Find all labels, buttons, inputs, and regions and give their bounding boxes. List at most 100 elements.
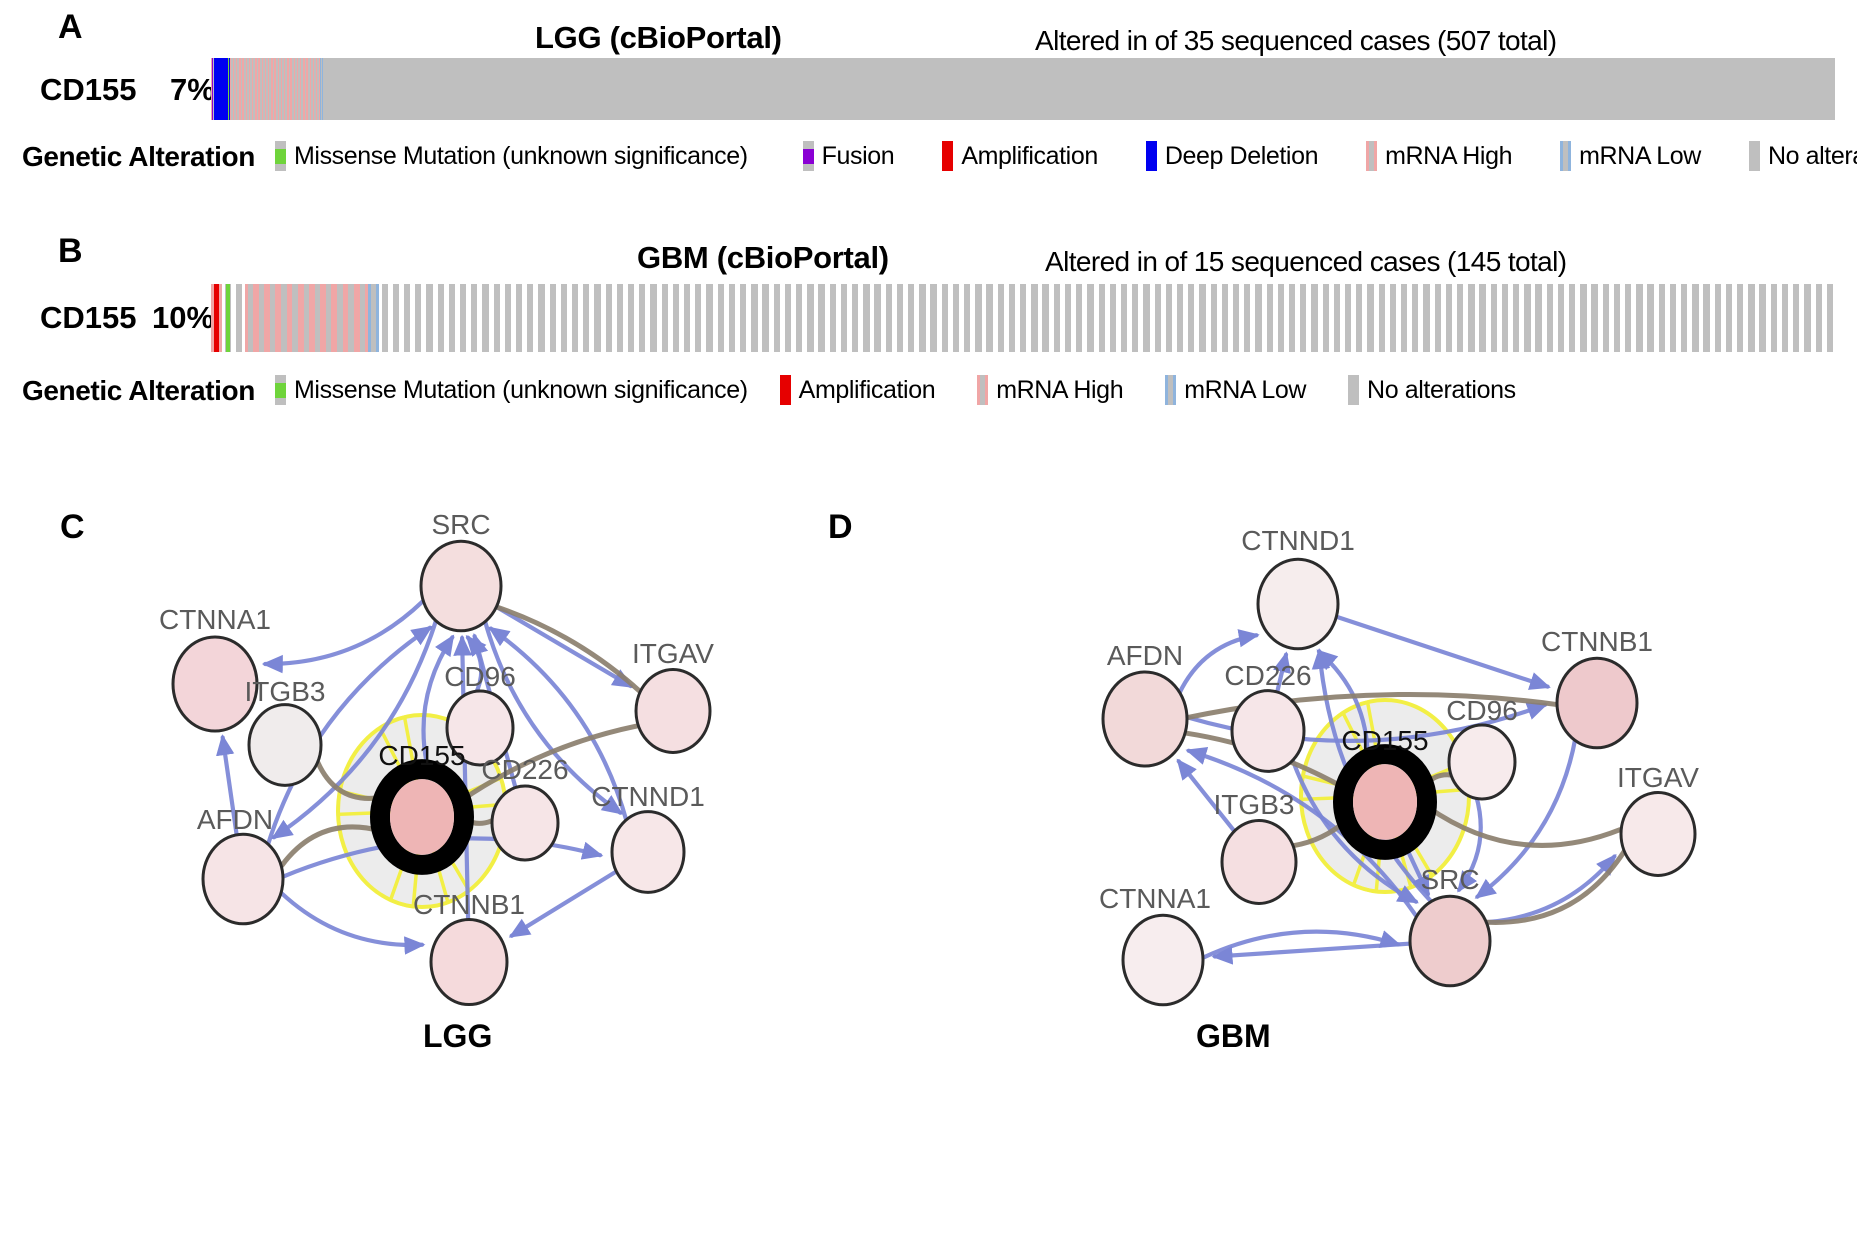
oncoprint-cell-background — [1457, 284, 1464, 352]
network-node-afdn[interactable]: AFDN — [1101, 640, 1189, 768]
oncoprint-cell — [626, 284, 637, 352]
network-node-label: CTNND1 — [1241, 525, 1355, 556]
oncoprint-cell — [390, 284, 401, 352]
oncoprint-cell-background — [1311, 284, 1318, 352]
oncoprint-cell-background — [426, 284, 433, 352]
oncoprint-cell — [1141, 284, 1152, 352]
oncoprint-cell-background — [728, 284, 736, 352]
panel-b-percent-label: 10% — [152, 300, 215, 335]
oncoprint-cell — [1107, 284, 1118, 352]
legend-item-label: Missense Mutation (unknown significance) — [294, 141, 748, 170]
legend-item-label: mRNA Low — [1579, 141, 1701, 170]
network-node-src[interactable]: SRC — [1408, 864, 1492, 988]
network-node-label: CTNNA1 — [159, 604, 271, 635]
oncoprint-cell — [1488, 284, 1499, 352]
oncoprint-cell — [917, 284, 928, 352]
oncoprint-cell — [1802, 284, 1813, 352]
oncoprint-cell — [356, 284, 368, 352]
network-node-itgav[interactable]: ITGAV — [632, 638, 714, 754]
oncoprint-cell-background — [1501, 284, 1509, 352]
network-node-ctnna1[interactable]: CTNNA1 — [1099, 883, 1211, 1007]
legend-item: mRNA Low — [1165, 375, 1306, 405]
oncoprint-cell-background — [1344, 284, 1352, 352]
oncoprint-cell — [1163, 284, 1174, 352]
panel-c-network-graph[interactable]: SRC CTNNA1 ITGB3 CD96 ITGAV CD155 CD226 CTNND1 A… — [0, 500, 820, 1060]
network-node-ctnna1[interactable]: CTNNA1 — [159, 604, 271, 733]
legend-color-swatch — [1348, 375, 1360, 405]
network-node-itgb3[interactable]: ITGB3 — [1214, 789, 1298, 905]
network-edge — [508, 869, 619, 938]
oncoprint-cell — [1253, 284, 1264, 352]
oncoprint-cell — [300, 284, 312, 352]
oncoprint-cell-background — [796, 284, 803, 352]
oncoprint-cell — [222, 284, 233, 352]
network-node-cd226[interactable]: CD226 — [1224, 660, 1312, 773]
oncoprint-cell — [782, 284, 793, 352]
oncoprint-cell-background — [717, 284, 724, 352]
oncoprint-cell-background — [1266, 284, 1273, 352]
oncoprint-cell-background — [571, 284, 579, 352]
oncoprint-cell-background — [605, 284, 612, 352]
network-node-ctnnb1[interactable]: CTNNB1 — [1541, 626, 1653, 750]
oncoprint-cell-background — [840, 284, 848, 352]
oncoprint-cell-background — [1703, 284, 1710, 352]
oncoprint-cell — [838, 284, 849, 352]
oncoprint-cell-background — [367, 284, 380, 352]
oncoprint-cell — [1578, 284, 1589, 352]
oncoprint-cell — [637, 284, 648, 352]
oncoprint-cell — [278, 284, 290, 352]
panel-b-gene-label: CD155 — [40, 300, 137, 335]
oncoprint-cell — [771, 284, 782, 352]
network-node-itgav[interactable]: ITGAV — [1617, 762, 1699, 877]
oncoprint-cell-background — [1669, 284, 1677, 352]
network-node-cd155[interactable]: CD155 — [1333, 725, 1437, 860]
panel-b-oncoprint-track[interactable] — [211, 284, 1836, 352]
oncoprint-cell-background — [493, 284, 500, 352]
oncoprint-cell-background — [1031, 284, 1038, 352]
oncoprint-cell — [1701, 284, 1712, 352]
oncoprint-cell-background — [300, 284, 312, 352]
oncoprint-cell-background — [311, 284, 324, 352]
oncoprint-cell-background — [504, 284, 512, 352]
oncoprint-cell-background — [549, 284, 556, 352]
oncoprint-cell — [1723, 284, 1734, 352]
network-node-cd155[interactable]: CD155 — [370, 740, 474, 875]
oncoprint-cell — [502, 284, 513, 352]
oncoprint-cell — [1443, 284, 1454, 352]
network-node-src[interactable]: SRC — [419, 509, 503, 633]
legend-color-swatch — [1165, 375, 1177, 405]
oncoprint-cell-background — [1490, 284, 1497, 352]
oncoprint-cell-background — [1535, 284, 1542, 352]
oncoprint-cell — [850, 284, 861, 352]
panel-a-letter: A — [58, 8, 83, 46]
network-node-afdn[interactable]: AFDN — [197, 804, 285, 926]
oncoprint-cell — [1746, 284, 1757, 352]
oncoprint-cell-background — [874, 284, 881, 352]
oncoprint-cell — [491, 284, 502, 352]
oncoprint-cell-mutation-mark — [227, 58, 230, 120]
network-node-cd96[interactable]: CD96 — [1446, 695, 1518, 801]
network-node-ctnnb1[interactable]: CTNNB1 — [413, 889, 525, 1007]
network-node-itgb3[interactable]: ITGB3 — [245, 676, 326, 787]
oncoprint-cell — [704, 284, 715, 352]
oncoprint-cell-background — [975, 284, 982, 352]
oncoprint-cell-background — [1322, 284, 1329, 352]
network-node-label: ITGAV — [1617, 762, 1699, 793]
network-node-ctnnd1[interactable]: CTNND1 — [1241, 525, 1355, 651]
oncoprint-cell — [614, 284, 625, 352]
legend-color-swatch — [1748, 141, 1760, 171]
oncoprint-cell — [816, 284, 827, 352]
network-node-label: CD96 — [444, 661, 516, 692]
oncoprint-cell — [345, 284, 357, 352]
oncoprint-cell-background — [1333, 284, 1341, 352]
network-nodes: SRC CTNNA1 ITGB3 CD96 ITGAV CD155 CD226 CTNND1 A… — [159, 509, 714, 1007]
panel-d-network-graph[interactable]: CTNND1 CTNNB1 AFDN CD226 CD96 CD155 ITGAV ITGB3… — [900, 500, 1857, 1060]
panel-b-legend: Missense Mutation (unknown significance)… — [275, 372, 1516, 408]
oncoprint-cell-background — [1546, 284, 1553, 352]
panel-a-oncoprint-track[interactable] — [211, 58, 1836, 120]
legend-color-swatch — [275, 141, 286, 171]
oncoprint-cell-background — [896, 284, 904, 352]
oncoprint-cell — [1096, 284, 1107, 352]
oncoprint-cell-background — [695, 284, 702, 352]
oncoprint-cell — [962, 284, 973, 352]
